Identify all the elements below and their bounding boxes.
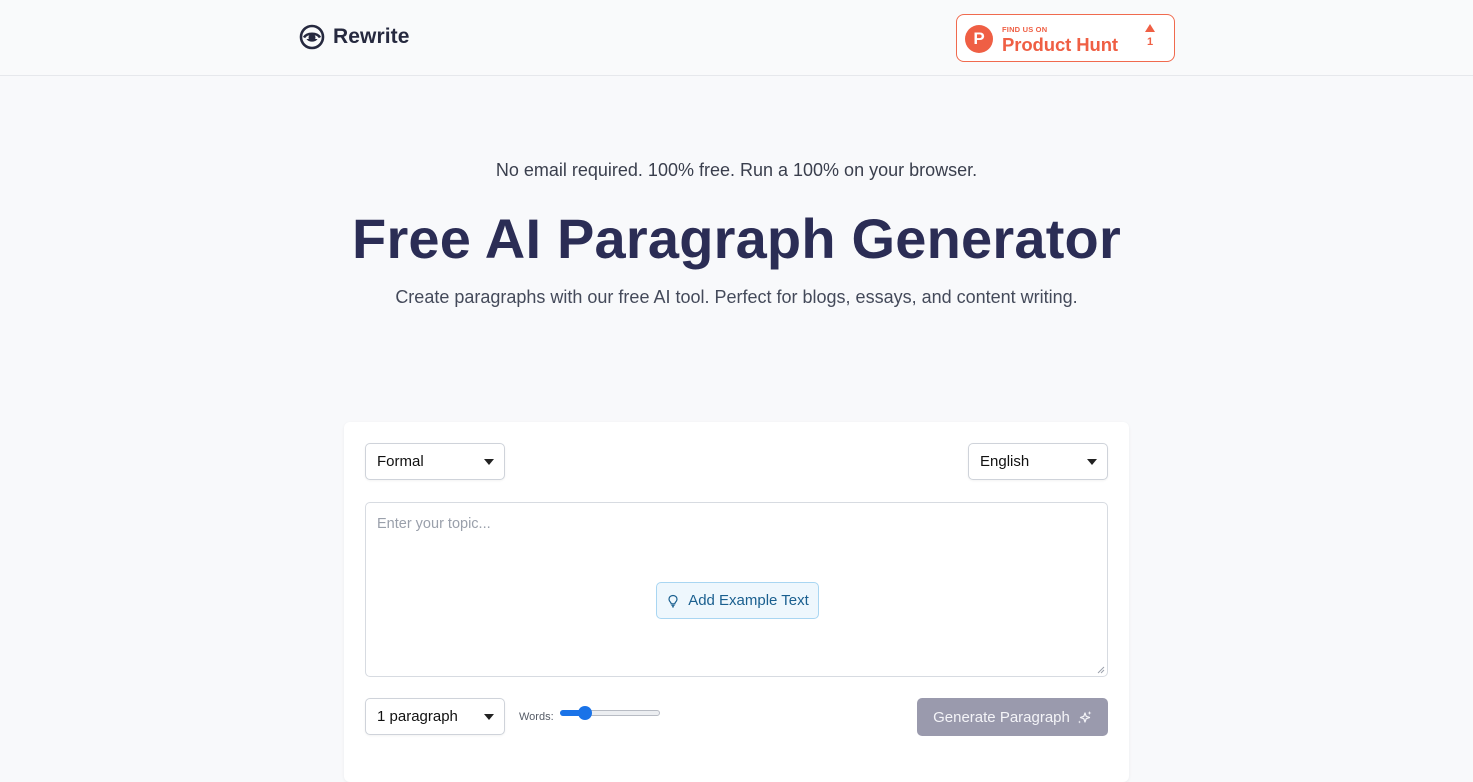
rewrite-logo-icon [299,24,325,50]
add-example-text-button[interactable]: Add Example Text [656,582,819,619]
language-select-value: English [980,453,1030,470]
product-hunt-badge[interactable]: P FIND US ON Product Hunt 1 [956,14,1175,62]
sparkle-icon [1077,710,1092,723]
hero-subtitle: Create paragraphs with our free AI tool.… [395,287,1078,307]
site-header: Rewrite P FIND US ON Product Hunt 1 [0,0,1473,76]
upvote-arrow-icon [1145,24,1155,32]
product-hunt-name: Product Hunt [1002,34,1118,55]
paragraph-count-value: 1 paragraph [377,708,458,725]
tone-select-value: Formal [377,453,424,470]
lightbulb-icon [668,594,678,607]
product-hunt-icon: P [965,25,993,53]
brand-name: Rewrite [333,25,410,48]
page-title: Free AI Paragraph Generator [352,207,1121,270]
topic-input[interactable]: Enter your topic... Add Example Text [365,502,1108,677]
chevron-down-icon [1087,459,1097,465]
paragraph-count-select[interactable]: 1 paragraph [365,698,505,735]
upvote-count: 1 [1146,36,1154,48]
resize-handle-icon[interactable] [1097,666,1105,674]
words-label: Words: [519,711,554,723]
hero-tagline: No email required. 100% free. Run a 100%… [495,160,978,180]
topic-placeholder: Enter your topic... [377,516,491,532]
tone-select[interactable]: Formal [365,443,505,480]
add-example-text-label: Add Example Text [688,592,809,609]
generate-paragraph-button[interactable]: Generate Paragraph [917,698,1108,736]
chevron-down-icon [484,459,494,465]
product-hunt-caption: FIND US ON [1002,25,1048,34]
language-select[interactable]: English [968,443,1108,480]
generator-card: Formal English Enter your topic... Add E… [344,422,1129,782]
brand-logo[interactable]: Rewrite [299,23,410,51]
chevron-down-icon [484,714,494,720]
generate-paragraph-label: Generate Paragraph [933,708,1070,726]
word-count-slider[interactable] [560,706,660,720]
slider-thumb[interactable] [578,706,592,720]
product-hunt-upvote: 1 [1143,24,1157,48]
